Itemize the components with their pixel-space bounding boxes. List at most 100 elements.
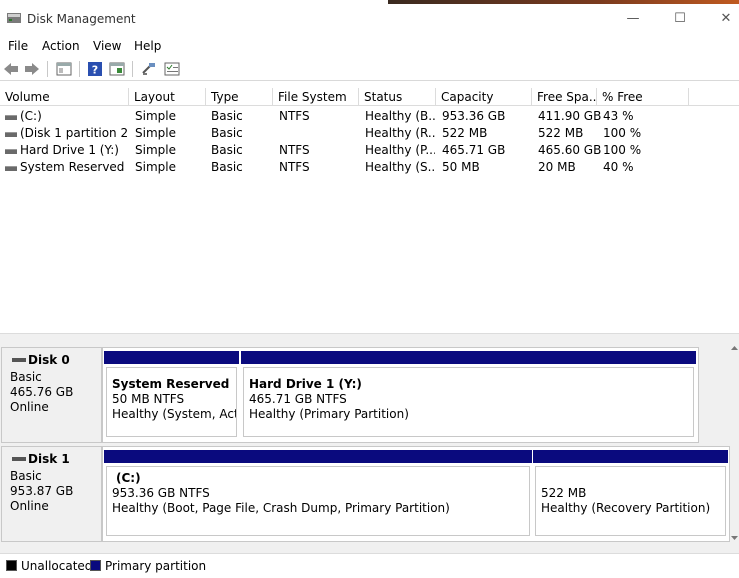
cell-capacity: 522 MB — [442, 126, 488, 140]
disk-0-header[interactable]: Disk 0 Basic 465.76 GB Online — [1, 347, 102, 443]
column-header-type[interactable]: Type — [206, 88, 273, 106]
partition-status: Healthy (System, Activ — [112, 407, 236, 421]
partition-status: Healthy (Recovery Partition) — [541, 501, 711, 515]
window-title: Disk Management — [27, 12, 136, 26]
partition-status: Healthy (Boot, Page File, Crash Dump, Pr… — [112, 501, 450, 515]
back-arrow-icon[interactable] — [3, 61, 19, 77]
legend-label: Unallocated — [21, 559, 93, 573]
scroll-down-arrow-icon[interactable] — [731, 535, 738, 541]
disk-name: Disk 1 — [28, 452, 70, 466]
partition-name: Hard Drive 1 (Y:) — [249, 377, 362, 391]
column-header-file-system[interactable]: File System — [273, 88, 359, 106]
cell-capacity: 953.36 GB — [442, 109, 506, 123]
volume-icon — [5, 149, 17, 154]
disk-name: Disk 0 — [28, 353, 70, 367]
vertical-scrollbar[interactable] — [730, 343, 739, 543]
cell-file-system: NTFS — [279, 143, 310, 157]
cell-volume: Hard Drive 1 (Y:) — [20, 143, 119, 157]
cell-free-space: 411.90 GB — [538, 109, 602, 123]
menu-action[interactable]: Action — [42, 39, 80, 53]
primary-partition-swatch — [90, 560, 101, 571]
cell-type: Basic — [211, 143, 243, 157]
cell-file-system: NTFS — [279, 109, 310, 123]
partition-size: 522 MB — [541, 486, 587, 500]
legend: Unallocated Primary partition — [0, 553, 739, 578]
cell-volume: (Disk 1 partition 2) — [20, 126, 128, 140]
help-icon[interactable]: ? — [87, 61, 103, 77]
partition-name: (C:) — [116, 471, 141, 485]
checklist-icon[interactable] — [164, 61, 180, 77]
partition-status: Healthy (Primary Partition) — [249, 407, 409, 421]
forward-arrow-icon[interactable] — [24, 61, 40, 77]
maximize-button[interactable]: ☐ — [657, 10, 703, 28]
table-row[interactable]: (C:) Simple Basic NTFS Healthy (B... 953… — [0, 108, 739, 125]
partition-c-drive[interactable]: (C:) 953.36 GB NTFS Healthy (Boot, Page … — [104, 450, 532, 538]
hard-disk-icon — [12, 358, 26, 362]
scroll-up-arrow-icon[interactable] — [731, 345, 738, 351]
disk-1-partitions: (C:) 953.36 GB NTFS Healthy (Boot, Page … — [102, 446, 730, 542]
legend-label: Primary partition — [105, 559, 207, 573]
cell-percent-free: 100 % — [603, 126, 642, 140]
properties-icon[interactable] — [56, 61, 72, 77]
disk-type: Basic — [10, 469, 42, 483]
partition-size: 465.71 GB NTFS — [249, 392, 347, 406]
partition-body: System Reserved 50 MB NTFS Healthy (Syst… — [106, 367, 237, 437]
partition-recovery[interactable]: 522 MB Healthy (Recovery Partition) — [533, 450, 728, 538]
cell-layout: Simple — [135, 143, 176, 157]
table-row[interactable]: (Disk 1 partition 2) Simple Basic Health… — [0, 125, 739, 142]
cell-layout: Simple — [135, 109, 176, 123]
toolbar-separator — [132, 61, 133, 77]
table-row[interactable]: Hard Drive 1 (Y:) Simple Basic NTFS Heal… — [0, 142, 739, 159]
volume-list: Volume Layout Type File System Status Ca… — [0, 88, 739, 328]
disk-0-partitions: System Reserved 50 MB NTFS Healthy (Syst… — [102, 347, 699, 443]
column-header-layout[interactable]: Layout — [129, 88, 206, 106]
cell-type: Basic — [211, 109, 243, 123]
cell-percent-free: 43 % — [603, 109, 634, 123]
partition-name: System Reserved — [112, 377, 230, 391]
column-header-status[interactable]: Status — [359, 88, 436, 106]
partition-system-reserved[interactable]: System Reserved 50 MB NTFS Healthy (Syst… — [104, 351, 239, 439]
cell-layout: Simple — [135, 126, 176, 140]
partition-body: Hard Drive 1 (Y:) 465.71 GB NTFS Healthy… — [243, 367, 694, 437]
toolbar-separator — [47, 61, 48, 77]
disk-size: 953.87 GB — [10, 484, 74, 498]
disk-state: Online — [10, 400, 49, 414]
connect-icon[interactable] — [141, 61, 157, 77]
primary-partition-bar — [104, 351, 239, 364]
hard-disk-icon — [12, 457, 26, 461]
menu-file[interactable]: File — [8, 39, 28, 53]
column-header-volume[interactable]: Volume — [0, 88, 129, 106]
table-row[interactable]: System Reserved Simple Basic NTFS Health… — [0, 159, 739, 176]
cell-capacity: 50 MB — [442, 160, 480, 174]
unallocated-swatch — [6, 560, 17, 571]
partition-hard-drive-1[interactable]: Hard Drive 1 (Y:) 465.71 GB NTFS Healthy… — [241, 351, 696, 439]
volume-icon — [5, 132, 17, 137]
cell-capacity: 465.71 GB — [442, 143, 506, 157]
toolbar-separator — [79, 61, 80, 77]
column-header-capacity[interactable]: Capacity — [436, 88, 532, 106]
disk-management-icon — [7, 13, 21, 23]
cell-volume: (C:) — [20, 109, 42, 123]
title-bar: Disk Management — ☐ ✕ — [0, 0, 739, 36]
column-header-filler — [689, 88, 739, 106]
partition-size: 953.36 GB NTFS — [112, 486, 210, 500]
partition-body: 522 MB Healthy (Recovery Partition) — [535, 466, 726, 536]
close-button[interactable]: ✕ — [703, 10, 739, 28]
cell-layout: Simple — [135, 160, 176, 174]
cell-percent-free: 40 % — [603, 160, 634, 174]
console-icon[interactable] — [109, 61, 125, 77]
disk-1-header[interactable]: Disk 1 Basic 953.87 GB Online — [1, 446, 102, 542]
column-header-percent-free[interactable]: % Free — [597, 88, 689, 106]
volume-icon — [5, 166, 17, 171]
cell-status: Healthy (R... — [365, 126, 435, 140]
minimize-button[interactable]: — — [610, 10, 656, 28]
svg-text:?: ? — [92, 64, 98, 77]
menu-bar: File Action View Help — [0, 36, 739, 56]
menu-help[interactable]: Help — [134, 39, 161, 53]
disk-type: Basic — [10, 370, 42, 384]
primary-partition-bar — [241, 351, 696, 364]
column-header-free-space[interactable]: Free Spa... — [532, 88, 597, 106]
menu-view[interactable]: View — [93, 39, 121, 53]
partition-body: (C:) 953.36 GB NTFS Healthy (Boot, Page … — [106, 466, 530, 536]
cell-free-space: 20 MB — [538, 160, 576, 174]
